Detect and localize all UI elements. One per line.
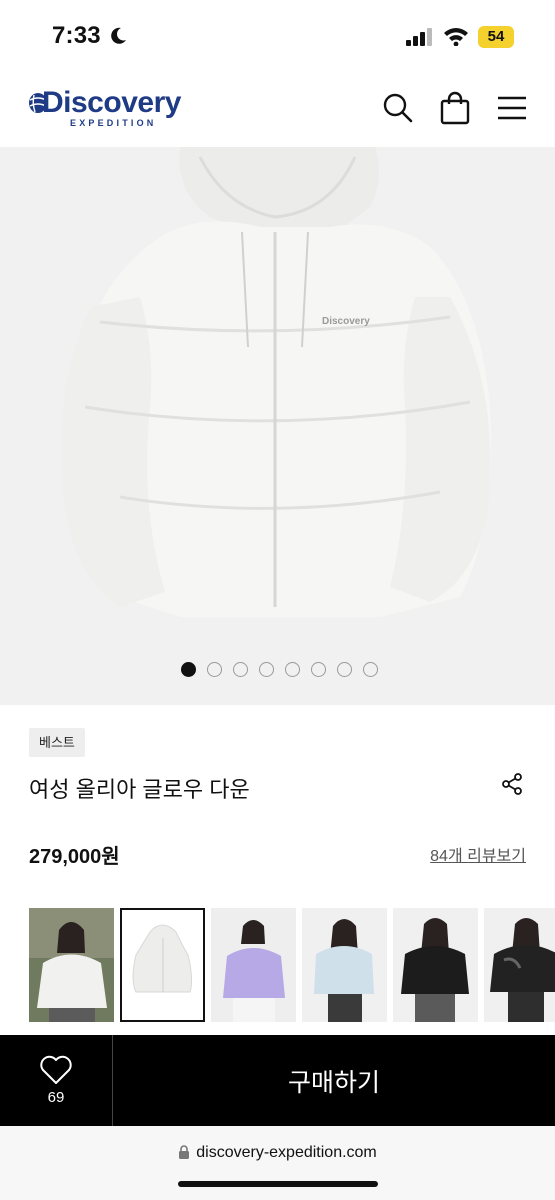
- thumbnail-ivory[interactable]: [120, 908, 205, 1022]
- model-photo: [484, 908, 555, 1022]
- status-bar: 7:33 54: [0, 0, 555, 72]
- thumbnail-ivory-model[interactable]: [29, 908, 114, 1022]
- share-icon[interactable]: [500, 772, 524, 796]
- search-icon: [383, 93, 413, 123]
- model-photo: [29, 908, 114, 1022]
- brand-name: Discovery: [42, 86, 181, 119]
- purchase-bar: 69 구매하기: [0, 1035, 555, 1126]
- reviews-link[interactable]: 84개 리뷰보기: [430, 842, 526, 866]
- product-image: Discovery: [60, 147, 492, 617]
- model-photo: [393, 908, 478, 1022]
- buy-button[interactable]: 구매하기: [113, 1035, 555, 1126]
- carousel-dot[interactable]: [207, 662, 222, 677]
- brand-subtitle: EXPEDITION: [70, 118, 157, 128]
- heart-icon: [40, 1055, 72, 1084]
- carousel-dot[interactable]: [233, 662, 248, 677]
- lock-icon: [179, 1145, 190, 1159]
- thumbnail-black-gloss[interactable]: [484, 908, 555, 1022]
- carousel-dot[interactable]: [285, 662, 300, 677]
- browser-url-bar: discovery-expedition.com: [0, 1126, 555, 1200]
- url-text: discovery-expedition.com: [196, 1144, 377, 1161]
- carousel-dot[interactable]: [311, 662, 326, 677]
- shopping-bag-button[interactable]: [437, 88, 473, 128]
- thumbnail-lavender[interactable]: [211, 908, 296, 1022]
- status-time: 7:33: [52, 22, 101, 49]
- wifi-icon: [444, 28, 468, 46]
- product-title: 여성 올리아 글로우 다운: [29, 777, 250, 802]
- carousel-pagination: [181, 662, 378, 678]
- wishlist-button[interactable]: 69: [0, 1035, 113, 1126]
- wishlist-count: 69: [47, 1089, 65, 1106]
- site-header: Discovery EXPEDITION: [0, 72, 555, 147]
- carousel-dot[interactable]: [181, 662, 196, 677]
- home-indicator[interactable]: [178, 1181, 378, 1187]
- color-thumbnails: [29, 908, 555, 1022]
- carousel-dot[interactable]: [259, 662, 274, 677]
- cellular-signal-icon: [406, 28, 432, 46]
- thumbnail-light-blue[interactable]: [302, 908, 387, 1022]
- battery-indicator: 54: [478, 26, 514, 48]
- search-button[interactable]: [380, 88, 416, 128]
- model-photo: [302, 908, 387, 1022]
- brand-logo[interactable]: Discovery EXPEDITION: [28, 86, 192, 130]
- shopping-bag-icon: [440, 91, 470, 125]
- product-price: 279,000원: [29, 846, 120, 868]
- product-image-carousel[interactable]: Discovery: [0, 147, 555, 705]
- moon-icon: [111, 27, 126, 44]
- page: { "status_bar": { "time": "7:33", "batte…: [0, 0, 555, 1200]
- model-photo: [211, 908, 296, 1022]
- url-display[interactable]: discovery-expedition.com: [0, 1144, 555, 1162]
- best-badge: 베스트: [29, 728, 85, 757]
- jacket-photo: [122, 910, 203, 1020]
- thumbnail-black[interactable]: [393, 908, 478, 1022]
- carousel-dot[interactable]: [337, 662, 352, 677]
- carousel-dot[interactable]: [363, 662, 378, 677]
- menu-button[interactable]: [494, 88, 530, 128]
- jacket-chest-logo: Discovery: [322, 316, 370, 327]
- hamburger-menu-icon: [498, 96, 526, 120]
